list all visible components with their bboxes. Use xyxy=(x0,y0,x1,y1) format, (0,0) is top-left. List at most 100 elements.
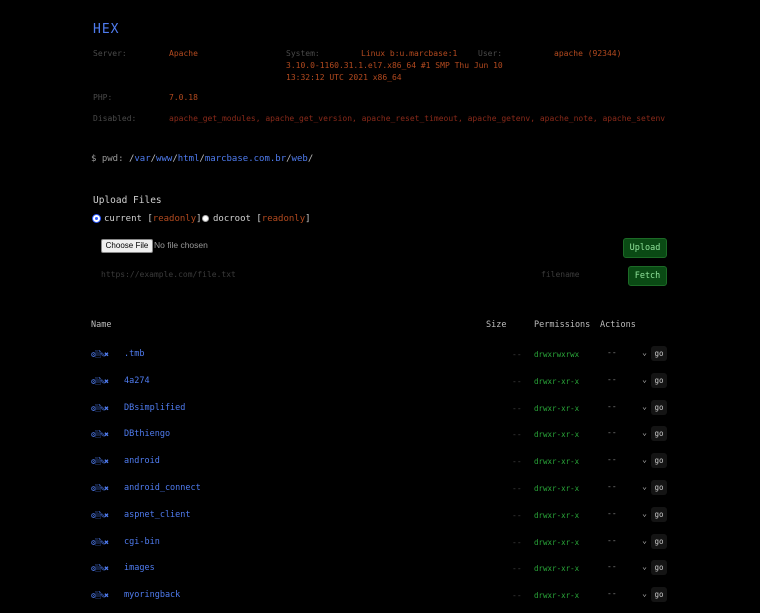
chevron-down-icon: ⌄ xyxy=(642,428,647,438)
file-size: -- xyxy=(512,457,522,467)
go-button[interactable]: go xyxy=(651,506,667,522)
no-file-text: No file chosen xyxy=(154,240,208,250)
file-permissions[interactable]: drwxr-xr-x xyxy=(534,404,579,413)
table-row: ⚙🗎✎✖ .tmb -- drwxrwxrwx -- ⌄ go xyxy=(0,345,760,372)
folder-actions-icons[interactable]: ⚙🗎✎✖ xyxy=(91,376,109,390)
file-name-link[interactable]: android xyxy=(124,456,160,466)
file-name-link[interactable]: DBsimplified xyxy=(124,403,185,413)
col-header-actions: Actions xyxy=(600,320,636,330)
file-permissions[interactable]: drwxr-xr-x xyxy=(534,457,579,466)
col-header-permissions[interactable]: Permissions xyxy=(534,320,590,330)
folder-actions-icons[interactable]: ⚙🗎✎✖ xyxy=(91,403,109,417)
file-name-link[interactable]: myoringback xyxy=(124,590,180,600)
action-select[interactable]: -- ⌄ xyxy=(607,348,647,357)
path-segment[interactable]: html xyxy=(178,154,200,164)
radio-docroot[interactable]: docroot [readonly] xyxy=(202,214,311,224)
folder-actions-icons[interactable]: ⚙🗎✎✖ xyxy=(91,429,109,443)
upload-title: Upload Files xyxy=(93,195,162,206)
go-button[interactable]: go xyxy=(651,533,667,549)
disabled-label: Disabled: xyxy=(93,114,137,123)
chevron-down-icon: ⌄ xyxy=(642,589,647,599)
go-button[interactable]: go xyxy=(651,560,667,576)
chevron-down-icon: ⌄ xyxy=(642,374,647,384)
folder-actions-icons[interactable]: ⚙🗎✎✖ xyxy=(91,483,109,497)
file-name-link[interactable]: cgi-bin xyxy=(124,537,160,547)
chevron-down-icon: ⌄ xyxy=(642,482,647,491)
php-label: PHP: xyxy=(93,93,113,102)
go-button[interactable]: go xyxy=(651,372,667,388)
path-segment[interactable]: web xyxy=(292,154,308,164)
folder-actions-icons[interactable]: ⚙🗎✎✖ xyxy=(91,456,109,470)
action-select[interactable]: -- ⌄ xyxy=(607,375,647,384)
disabled-value: apache_get_modules, apache_get_version, … xyxy=(169,114,666,123)
file-permissions[interactable]: drwxr-xr-x xyxy=(534,538,579,547)
file-size: -- xyxy=(512,430,522,440)
go-button[interactable]: go xyxy=(651,426,667,442)
table-row: ⚙🗎✎✖ cgi-bin -- drwxr-xr-x -- ⌄ go xyxy=(0,533,760,560)
system-label: System: xyxy=(286,49,320,58)
action-select[interactable]: -- ⌄ xyxy=(607,428,647,437)
file-permissions[interactable]: drwxr-xr-x xyxy=(534,430,579,439)
col-header-name[interactable]: Name xyxy=(91,320,111,330)
file-permissions[interactable]: drwxr-xr-x xyxy=(534,564,579,573)
path-segment[interactable]: www xyxy=(156,154,172,164)
file-size: -- xyxy=(512,350,522,359)
chevron-down-icon: ⌄ xyxy=(642,535,647,545)
file-size: -- xyxy=(512,403,522,413)
file-name-link[interactable]: aspnet_client xyxy=(124,510,191,520)
path-segment[interactable]: var xyxy=(134,154,150,164)
action-select[interactable]: -- ⌄ xyxy=(607,562,647,571)
radio-off-icon[interactable] xyxy=(202,215,209,222)
col-header-size[interactable]: Size xyxy=(486,320,506,330)
action-select[interactable]: -- ⌄ xyxy=(607,509,647,518)
folder-actions-icons[interactable]: ⚙🗎✎✖ xyxy=(91,563,109,577)
radio-current[interactable]: current [readonly] xyxy=(93,214,202,224)
file-size: -- xyxy=(512,564,522,574)
system-value-1: Linux b:u.marcbase:1 xyxy=(361,49,458,58)
file-size: -- xyxy=(512,484,522,493)
file-name-link[interactable]: DBthiengo xyxy=(124,429,170,439)
file-size: -- xyxy=(512,376,522,386)
table-row: ⚙🗎✎✖ 4a274 -- drwxr-xr-x -- ⌄ go xyxy=(0,372,760,399)
table-row: ⚙🗎✎✖ aspnet_client -- drwxr-xr-x -- ⌄ go xyxy=(0,506,760,533)
fetch-button[interactable]: Fetch xyxy=(628,266,667,286)
action-select[interactable]: -- ⌄ xyxy=(607,589,647,598)
radio-on-icon[interactable] xyxy=(93,215,100,222)
system-value-3: 13:32:12 UTC 2021 x86_64 xyxy=(286,73,402,82)
chevron-down-icon: ⌄ xyxy=(642,455,647,465)
table-row: ⚙🗎✎✖ DBsimplified -- drwxr-xr-x -- ⌄ go xyxy=(0,399,760,426)
folder-actions-icons[interactable]: ⚙🗎✎✖ xyxy=(91,349,109,363)
url-input[interactable]: https://example.com/file.txt xyxy=(101,270,236,279)
system-value-2: 3.10.0-1160.31.1.el7.x86_64 #1 SMP Thu J… xyxy=(286,61,503,70)
action-select[interactable]: -- ⌄ xyxy=(607,402,647,411)
chevron-down-icon: ⌄ xyxy=(642,508,647,518)
path-segment[interactable]: marcbase.com.br xyxy=(205,154,286,164)
file-name-link[interactable]: images xyxy=(124,563,155,573)
go-button[interactable]: go xyxy=(651,346,667,361)
current-path: $ pwd: /var/www/html/marcbase.com.br/web… xyxy=(91,154,314,164)
chevron-down-icon: ⌄ xyxy=(642,562,647,572)
file-permissions[interactable]: drwxr-xr-x xyxy=(534,511,579,520)
go-button[interactable]: go xyxy=(651,453,667,469)
folder-actions-icons[interactable]: ⚙🗎✎✖ xyxy=(91,590,109,604)
server-label: Server: xyxy=(93,49,127,58)
file-permissions[interactable]: drwxr-xr-x xyxy=(534,377,579,386)
folder-actions-icons[interactable]: ⚙🗎✎✖ xyxy=(91,537,109,551)
folder-actions-icons[interactable]: ⚙🗎✎✖ xyxy=(91,510,109,524)
file-name-link[interactable]: 4a274 xyxy=(124,376,150,386)
action-select[interactable]: -- ⌄ xyxy=(607,455,647,464)
go-button[interactable]: go xyxy=(651,480,667,495)
go-button[interactable]: go xyxy=(651,399,667,415)
file-permissions[interactable]: drwxr-xr-x xyxy=(534,591,579,600)
action-select[interactable]: -- ⌄ xyxy=(607,536,647,545)
file-permissions[interactable]: drwxrwxrwx xyxy=(534,350,579,359)
file-permissions[interactable]: drwxr-xr-x xyxy=(534,484,579,493)
file-size: -- xyxy=(512,537,522,547)
file-name-link[interactable]: .tmb xyxy=(124,349,144,359)
table-row: ⚙🗎✎✖ android_connect -- drwxr-xr-x -- ⌄ go xyxy=(0,479,760,506)
action-select[interactable]: -- ⌄ xyxy=(607,482,647,491)
choose-file-button[interactable]: Choose File xyxy=(101,239,153,253)
upload-button[interactable]: Upload xyxy=(623,238,667,258)
filename-input[interactable]: filename xyxy=(541,270,580,279)
file-name-link[interactable]: android_connect xyxy=(124,483,201,493)
